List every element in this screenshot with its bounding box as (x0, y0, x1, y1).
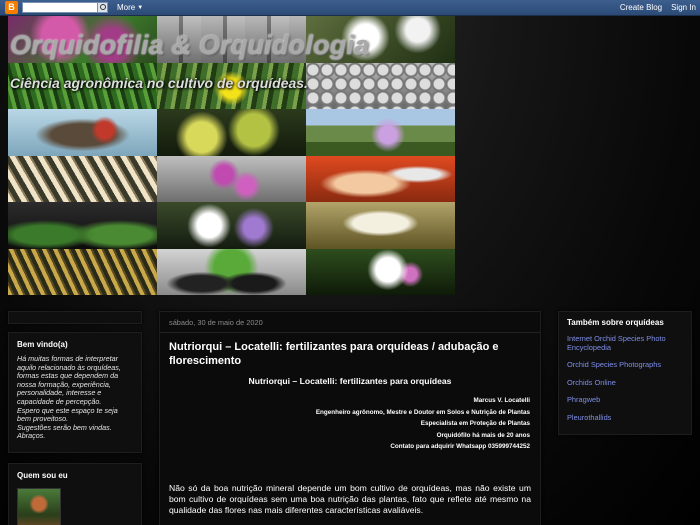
header-photo (8, 202, 157, 249)
link-pleurothallids[interactable]: Pleurothallids (559, 410, 691, 428)
header-photo (306, 62, 455, 109)
blog-post: sábado, 30 de maio de 2020 Nutriorqui – … (159, 311, 541, 525)
header-photo (157, 248, 306, 295)
more-label: More (117, 3, 136, 12)
post-subtitle: Nutriorqui – Locatelli: fertilizantes pa… (248, 376, 452, 386)
more-menu-button[interactable]: More ▼ (117, 3, 143, 12)
byline-line: Especialista em Proteção de Plantas (420, 420, 530, 428)
header-photo (157, 109, 306, 156)
avatar[interactable] (17, 488, 61, 525)
byline-line: Orquidófilo há mais de 20 anos (436, 431, 530, 439)
blog-description: Ciência agronômica no cultivo de orquíde… (10, 75, 308, 91)
post-date: sábado, 30 de maio de 2020 (160, 312, 540, 333)
link-orchid-encyclopedia[interactable]: Internet Orchid Species Photo Encycloped… (559, 331, 691, 357)
header-photo (8, 109, 157, 156)
header-photo (306, 155, 455, 202)
welcome-widget: Bem vindo(a) Há muitas formas de interpr… (8, 332, 142, 453)
header-photo (306, 202, 455, 249)
welcome-title: Bem vindo(a) (17, 340, 68, 349)
blogger-logo-icon[interactable]: B (5, 1, 18, 14)
post-title[interactable]: Nutriorqui – Locatelli: fertilizantes pa… (160, 333, 540, 372)
link-phragweb[interactable]: Phragweb (559, 392, 691, 410)
author-byline: Marcus V. Locatelli Engenheiro agrônomo,… (160, 395, 540, 453)
search-input[interactable] (22, 2, 98, 13)
header-photo (8, 155, 157, 202)
search-icon[interactable] (98, 2, 108, 13)
create-blog-link[interactable]: Create Blog (620, 3, 662, 12)
byline-line: Contato para adquirir Whatsapp 035999744… (390, 443, 530, 451)
welcome-text: Há muitas formas de interpretar aquilo r… (17, 354, 121, 441)
header-photo (157, 155, 306, 202)
link-orchids-online[interactable]: Orchids Online (559, 375, 691, 393)
profile-widget: Quem sou eu (8, 463, 142, 525)
caret-down-icon: ▼ (137, 4, 144, 11)
link-orchid-species-photographs[interactable]: Orchid Species Photographs (559, 357, 691, 375)
sidebar-empty-widget (8, 311, 142, 324)
header-photo (306, 248, 455, 295)
byline-line: Marcus V. Locatelli (473, 397, 530, 404)
links-widget: Também sobre orquídeas Internet Orchid S… (558, 311, 692, 435)
blog-title[interactable]: Orquidofilia & Orquidologia (10, 30, 369, 61)
header-photo (306, 109, 455, 156)
profile-title: Quem sou eu (17, 471, 68, 480)
links-title: Também sobre orquídeas (567, 318, 664, 327)
blogger-navbar: B More ▼ Create Blog Sign In (0, 0, 700, 16)
sign-in-link[interactable]: Sign In (671, 3, 696, 12)
byline-line: Engenheiro agrônomo, Mestre e Doutor em … (315, 408, 530, 416)
header-photo (157, 202, 306, 249)
header-photo (8, 248, 157, 295)
post-body: Não só da boa nutrição mineral depende u… (169, 482, 531, 515)
